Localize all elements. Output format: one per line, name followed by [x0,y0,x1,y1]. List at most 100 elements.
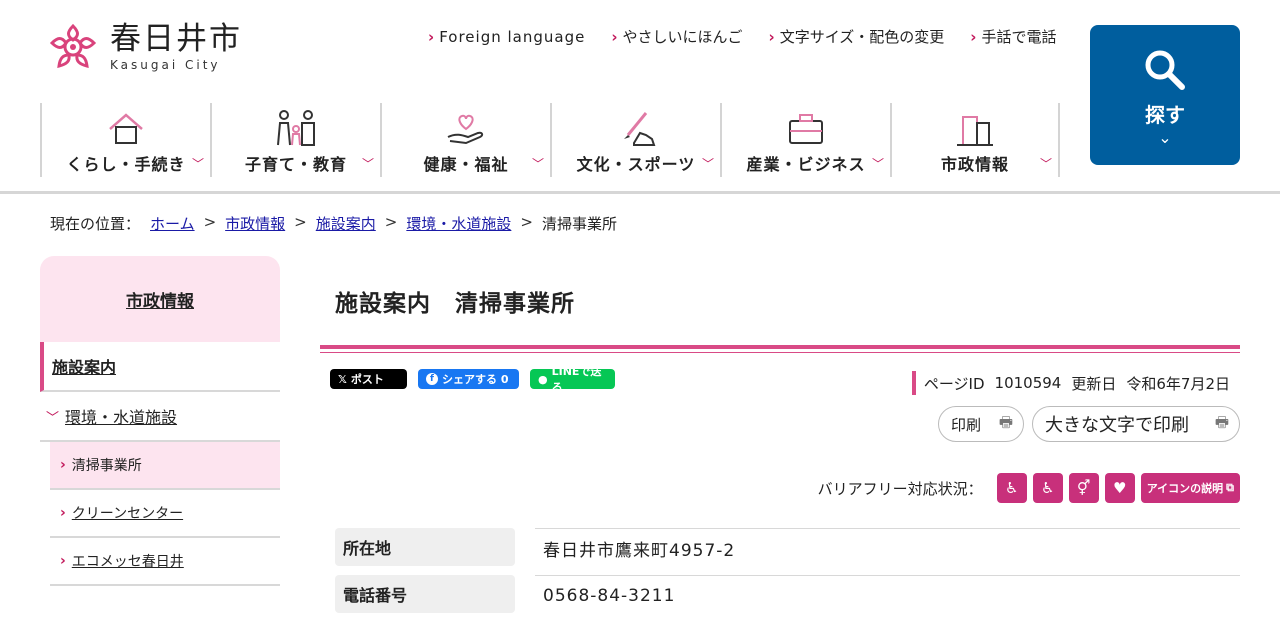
x-post-button[interactable]: 𝕏 ポスト [330,369,407,389]
printer-icon: 🖶 [998,412,1013,431]
table-header-cell: 所在地 [335,528,515,566]
sidebar-subitem[interactable]: › クリーンセンター [50,490,280,538]
sidebar-heading-link[interactable]: 市政情報 [126,287,194,312]
chevron-down-icon: ⌄ [1158,128,1172,147]
chevron-right-icon: › [611,27,618,46]
gnav-item-city-info[interactable]: 市政情報 ﹀ [890,103,1060,177]
title-divider [320,345,1240,349]
sidebar-subitem-current[interactable]: › 清掃事業所 [50,442,280,490]
page-title: 施設案内 清掃事業所 [335,291,575,317]
chevron-down-icon: ﹀ [361,157,374,171]
external-window-icon: ⧉ [1226,481,1234,494]
sidebar-item-label: 環境・水道施設 [65,408,178,427]
chevron-down-icon: ﹀ [871,157,884,171]
site-name-en: Kasugai City [110,58,221,72]
breadcrumb-link-facilities[interactable]: 施設案内 [316,213,376,234]
sidebar-subitem-label: エコメッセ春日井 [71,554,184,570]
breadcrumb-prefix: 現在の位置： [50,215,141,233]
gnav-label: 市政情報 [940,155,1009,174]
table-row: 所在地 春日井市鷹来町4957-2 [335,528,1240,575]
gnav-item-living[interactable]: くらし・手続き ﹀ [40,103,210,177]
facebook-share-button[interactable]: f シェアする 0 [418,369,519,389]
utility-link-easy-japanese[interactable]: › やさしいにほんご [611,26,742,47]
global-nav: くらし・手続き ﹀ 子育て・教育 ﹀ 健康・福祉 ﹀ 文化・スポーツ ﹀ 産業・… [40,103,1060,177]
print-button[interactable]: 印刷 🖶 [938,406,1024,442]
utility-link-text-size[interactable]: › 文字サイズ・配色の変更 [769,26,945,47]
breadcrumb: 現在の位置： ホーム > 市政情報 > 施設案内 > 環境・水道施設 > 清掃事業所 [50,213,617,234]
chevron-right-icon: › [60,553,66,569]
printer-icon: 🖶 [1214,412,1229,431]
title-divider-thin [320,352,1240,353]
sidebar: 市政情報 施設案内 ﹀ 環境・水道施設 › 清掃事業所 › クリーンセンター ›… [40,256,280,586]
sidebar-heading: 市政情報 [40,256,280,342]
sidebar-item-environment[interactable]: ﹀ 環境・水道施設 [40,392,280,442]
sidebar-subitem[interactable]: › エコメッセ春日井 [50,538,280,586]
updated-date: 令和6年7月2日 [1126,374,1230,393]
briefcase-icon [789,114,823,144]
chevron-down-icon: ﹀ [191,157,204,171]
header-divider [0,191,1280,194]
chevron-down-icon: ﹀ [531,157,544,171]
utility-link-sign-language[interactable]: › 手話で電話 [970,26,1056,47]
print-large-label: 大きな文字で印刷 [1045,415,1189,436]
chevron-right-icon: › [970,27,977,46]
gnav-label: 健康・福祉 [423,155,509,174]
barrier-free-status: バリアフリー対応状況： ♿ ♿ ⚥ ♥ アイコンの説明 ⧉ [818,473,1240,503]
accessible-toilet-icon: ⚥ [1068,473,1099,503]
gnav-label: 文化・スポーツ [576,155,696,174]
gnav-item-culture-sports[interactable]: 文化・スポーツ ﹀ [550,103,720,177]
chevron-down-icon: ﹀ [701,157,714,171]
table-row: 電話番号 0568-84-3211 [335,575,1240,622]
sidebar-subitem-label: クリーンセンター [71,506,184,522]
city-emblem-icon [49,23,97,68]
sidebar-subitem-label: 清掃事業所 [71,458,142,474]
building-icon [957,116,993,146]
barrier-free-label: バリアフリー対応状況： [817,479,983,498]
site-name-jp: 春日井市 [110,21,242,57]
chevron-right-icon: › [60,457,66,473]
page-id-label: ページID [923,374,985,393]
gnav-item-business[interactable]: 産業・ビジネス ﹀ [720,103,890,177]
utility-link-label: やさしいにほんご [622,28,743,46]
gnav-label: 産業・ビジネス [746,155,866,174]
utility-link-label: Foreign language [439,27,586,46]
info-table: 所在地 春日井市鷹来町4957-2 電話番号 0568-84-3211 [335,528,1240,622]
facebook-icon: f [426,373,438,385]
line-icon: ● [538,372,548,386]
site-logo[interactable]: 春日井市 Kasugai City [48,22,242,72]
meta-accent-bar [911,371,916,395]
wheelchair-parking-icon: ♿ [996,473,1027,503]
sidebar-item-facilities[interactable]: 施設案内 [40,342,280,392]
line-share-button[interactable]: ● LINEで送る [530,365,615,394]
gnav-item-health[interactable]: 健康・福祉 ﹀ [380,103,550,177]
updated-label: 更新日 [1071,374,1117,393]
chevron-right-icon: › [768,27,775,46]
brush-shoe-icon [624,112,656,146]
utility-link-foreign[interactable]: › Foreign language [428,26,585,47]
aed-icon: ♥ [1104,473,1135,503]
print-large-text-button[interactable]: 大きな文字で印刷 🖶 [1032,406,1240,442]
breadcrumb-link-home[interactable]: ホーム [150,213,195,234]
share-buttons: 𝕏 ポスト f シェアする 0 ● LINEで送る [330,365,626,394]
utility-link-label: 手話で電話 [981,28,1057,46]
breadcrumb-link-environment[interactable]: 環境・水道施設 [406,213,511,234]
page-id: 1010594 [994,374,1062,392]
table-cell: 春日井市鷹来町4957-2 [535,528,1240,568]
gnav-label: くらし・手続き [66,155,186,174]
site-header: 春日井市 Kasugai City › Foreign language › やさし… [0,0,1280,192]
print-buttons: 印刷 🖶 大きな文字で印刷 🖶 [930,406,1240,442]
breadcrumb-link-city-info[interactable]: 市政情報 [225,213,285,234]
x-icon: 𝕏 [338,372,347,386]
print-label: 印刷 [951,415,982,434]
search-button[interactable]: 探す ⌄ [1090,25,1240,165]
table-header-cell: 電話番号 [335,575,515,613]
chevron-right-icon: › [428,27,435,46]
icon-explanation-label: アイコンの説明 [1146,482,1224,495]
magnifier-icon [1145,50,1185,90]
gnav-item-childcare[interactable]: 子育て・教育 ﹀ [210,103,380,177]
chevron-down-icon: ﹀ [46,410,60,426]
chevron-right-icon: › [60,505,66,521]
wheelchair-slope-icon: ♿ [1032,473,1063,503]
icon-explanation-button[interactable]: アイコンの説明 ⧉ [1140,473,1240,503]
table-cell: 0568-84-3211 [535,575,1240,615]
